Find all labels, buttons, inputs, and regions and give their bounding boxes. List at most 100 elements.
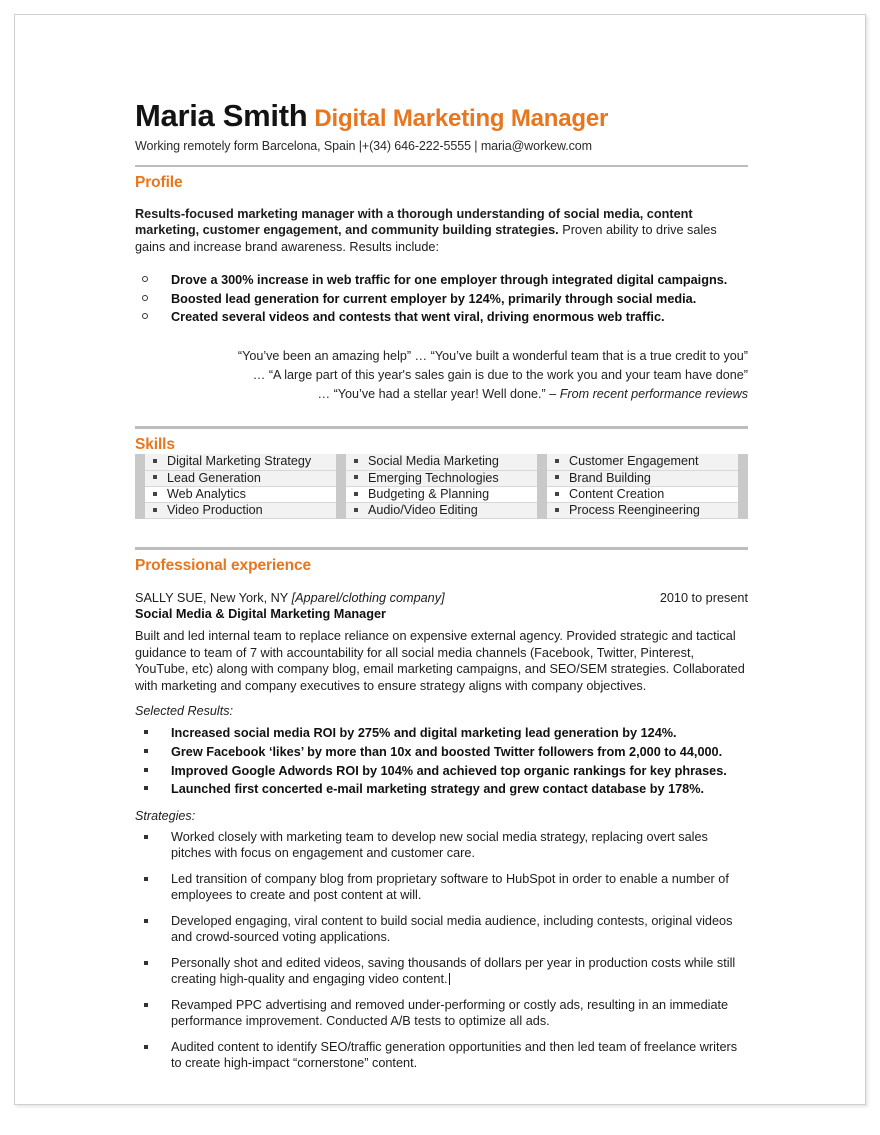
list-item-label: Led transition of company blog from prop… [171,871,729,903]
table-gutter [135,454,145,471]
square-bullet-icon [153,475,157,480]
list-item: Led transition of company blog from prop… [135,871,748,904]
skill-label: Audio/Video Editing [368,503,478,518]
square-bullet-icon [144,1002,148,1007]
strategies-list: Worked closely with marketing team to de… [135,829,748,1072]
text-cursor-caret [448,973,450,986]
quote-line-3: … “You’ve had a stellar year! Well done.… [135,385,749,404]
skill-label: Budgeting & Planning [368,486,490,501]
list-item-label: Revamped PPC advertising and removed und… [171,997,729,1029]
table-row: Video Production Audio/Video Editing Pro… [135,502,748,520]
circle-bullet-icon [142,313,148,320]
list-item-label: Boosted lead generation for current empl… [171,291,697,306]
list-item: Developed engaging, viral content to bui… [135,913,748,946]
section-divider-profile [135,164,748,167]
list-item: Created several videos and contests that… [135,308,748,327]
strategies-label: Strategies: [135,808,196,823]
square-bullet-icon [144,767,148,772]
skill-cell: Video Production [145,502,336,520]
testimonial-quote: “You’ve been an amazing help” … “You’ve … [135,347,748,404]
skill-cell: Social Media Marketing [346,454,537,471]
company-note: [Apparel/clothing company] [291,591,445,606]
job-company: SALLY SUE, New York, NY [Apparel/clothin… [135,591,445,605]
square-bullet-icon [144,730,148,735]
skill-label: Lead Generation [167,470,261,485]
table-row: Lead Generation Emerging Technologies Br… [135,470,748,487]
profile-results-list: Drove a 300% increase in web traffic for… [135,271,748,327]
section-title-experience: Professional experience [135,557,312,575]
resume-content: Maria Smith Digital Marketing Manager Wor… [135,98,748,1081]
table-gutter [135,470,145,487]
square-bullet-icon [555,491,559,496]
square-bullet-icon [144,918,148,923]
skill-label: Web Analytics [167,486,246,501]
list-item-label: Increased social media ROI by 275% and d… [171,726,677,741]
square-bullet-icon [144,876,148,881]
quote-line-3-text: … “You’ve had a stellar year! Well done.… [317,387,560,402]
section-divider-experience [135,547,748,551]
section-title-skills: Skills [135,436,175,454]
list-item: Audited content to identify SEO/traffic … [135,1039,748,1072]
selected-results-label: Selected Results: [135,704,234,719]
list-item-label: Launched first concerted e-mail marketin… [171,782,705,797]
table-gutter [537,454,547,471]
list-item: Drove a 300% increase in web traffic for… [135,271,748,290]
table-gutter [738,502,748,519]
skill-cell: Customer Engagement [547,454,738,471]
document-page: Maria Smith Digital Marketing Manager Wor… [14,14,866,1105]
skills-section: Skills Digital Marketing Strategy Social… [135,426,748,520]
list-item: Increased social media ROI by 275% and d… [135,724,748,743]
skill-cell: Process Reengineering [547,502,738,520]
square-bullet-icon [144,960,148,965]
table-gutter [135,486,145,503]
table-gutter [738,486,748,503]
square-bullet-icon [153,491,157,496]
square-bullet-icon [144,748,148,753]
skill-cell: Budgeting & Planning [346,486,537,504]
candidate-name: Maria Smith [135,98,308,133]
skill-cell: Lead Generation [145,470,336,487]
list-item: Launched first concerted e-mail marketin… [135,780,748,799]
table-gutter [336,470,346,487]
list-item: Improved Google Adwords ROI by 104% and … [135,762,748,781]
section-divider-skills [135,426,748,430]
table-gutter [738,454,748,471]
skill-cell: Content Creation [547,486,738,504]
skill-label: Video Production [167,503,263,518]
table-gutter [135,502,145,519]
table-gutter [537,470,547,487]
list-item-label: Grew Facebook ‘likes’ by more than 10x a… [171,744,723,759]
list-item-label: Developed engaging, viral content to bui… [171,913,733,945]
skill-cell: Emerging Technologies [346,470,537,487]
list-item: Grew Facebook ‘likes’ by more than 10x a… [135,743,748,762]
skill-cell: Digital Marketing Strategy [145,454,336,471]
table-gutter [336,502,346,519]
skill-label: Brand Building [569,470,651,485]
quote-line-2: … “A large part of this year's sales gai… [252,368,748,383]
square-bullet-icon [153,459,157,464]
skill-label: Process Reengineering [569,503,700,518]
skill-cell: Web Analytics [145,486,336,504]
profile-summary: Results-focused marketing manager with a… [135,206,748,256]
table-gutter [336,454,346,471]
skill-cell: Audio/Video Editing [346,502,537,520]
contact-line: Working remotely form Barcelona, Spain |… [135,138,592,153]
skill-label: Social Media Marketing [368,454,499,469]
skill-label: Digital Marketing Strategy [167,454,312,469]
list-item-label: Improved Google Adwords ROI by 104% and … [171,763,727,778]
square-bullet-icon [354,491,358,496]
list-item: Boosted lead generation for current empl… [135,290,748,309]
table-gutter [336,486,346,503]
job-description: Built and led internal team to replace r… [135,629,745,693]
list-item-label: Worked closely with marketing team to de… [171,829,708,861]
square-bullet-icon [144,1044,148,1049]
table-gutter [537,502,547,519]
circle-bullet-icon [142,276,148,283]
list-item: Revamped PPC advertising and removed und… [135,997,748,1030]
quote-attribution: From recent performance reviews [559,387,748,402]
list-item-label: Audited content to identify SEO/traffic … [171,1039,738,1071]
list-item: Worked closely with marketing team to de… [135,829,748,862]
job-header: SALLY SUE, New York, NY [Apparel/clothin… [135,591,748,605]
skill-label: Emerging Technologies [368,470,499,485]
table-gutter [738,470,748,487]
